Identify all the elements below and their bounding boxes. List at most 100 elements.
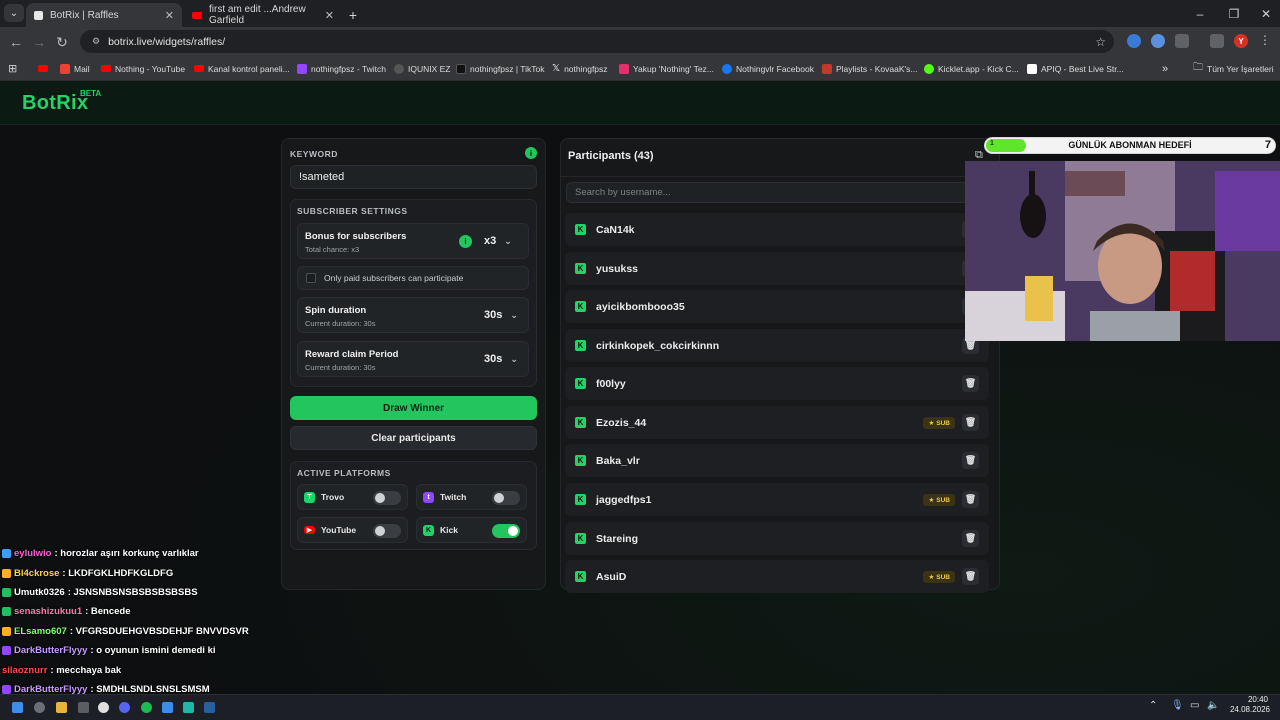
paid-only-checkbox[interactable]	[306, 273, 316, 283]
bookmark-star-icon[interactable]: ☆	[1095, 35, 1106, 49]
forward-button[interactable]: →	[29, 32, 49, 52]
facebook-icon	[722, 63, 732, 74]
chrome-icon[interactable]	[98, 702, 109, 713]
youtube-toggle[interactable]	[373, 524, 401, 538]
kick-icon: K	[575, 340, 586, 351]
delete-participant-button[interactable]: 🗑	[962, 414, 979, 431]
tab-search-button[interactable]: ⌄	[4, 4, 24, 22]
tab-youtube[interactable]: first am edit ...Andrew Garfield ✕	[184, 3, 342, 27]
more-bookmarks-icon[interactable]: »	[1162, 61, 1168, 76]
bookmark-apiq[interactable]: APIQ - Best Live Str...	[1027, 61, 1124, 76]
participant-name: cirkinkopek_cokcirkinnn	[596, 339, 720, 352]
extension-icon[interactable]	[1127, 34, 1141, 48]
spin-duration-select[interactable]: 30s ⌄	[484, 309, 518, 321]
windows-taskbar: ⌃ 🎙 ▭ 🔈 20:40 24.08.2026	[0, 694, 1280, 720]
youtube-icon: ▶	[304, 526, 315, 534]
close-window-button[interactable]: ✕	[1250, 0, 1280, 27]
bookmark-nothing-youtube[interactable]: Nothing - YouTube	[101, 61, 185, 76]
minimize-button[interactable]: –	[1184, 0, 1216, 27]
new-tab-button[interactable]: +	[344, 3, 362, 27]
search-icon[interactable]	[34, 702, 45, 713]
platform-trovo: T Trovo	[297, 484, 408, 510]
clock-time[interactable]: 20:40	[1228, 695, 1268, 704]
chat-badge-icon	[2, 627, 11, 636]
back-button[interactable]: ←	[6, 32, 26, 52]
twitch-toggle[interactable]	[492, 491, 520, 505]
kick-icon: K	[575, 417, 586, 428]
paid-only-row[interactable]: Only paid subscribers can participate	[297, 266, 529, 290]
bookmark-instagram[interactable]: Yakup 'Nothing' Tez...	[619, 61, 714, 76]
reading-list-icon[interactable]	[1210, 34, 1224, 48]
all-bookmarks-folder[interactable]: 🗀 Tüm Yer İşaretleri	[1193, 61, 1274, 76]
app-icon[interactable]	[162, 702, 173, 713]
bookmark-youtube-icon[interactable]	[38, 61, 48, 76]
tiktok-icon	[456, 63, 466, 74]
kick-icon: K	[575, 378, 586, 389]
bookmark-kicklet[interactable]: Kicklet.app - Kick C...	[924, 61, 1019, 76]
app-icon[interactable]	[78, 702, 89, 713]
delete-participant-button[interactable]: 🗑	[962, 375, 979, 392]
delete-participant-button[interactable]: 🗑	[962, 568, 979, 585]
keyword-input[interactable]: !sameted	[290, 165, 537, 189]
site-info-icon[interactable]: ⚙	[92, 36, 100, 47]
spin-duration-row: Spin duration Current duration: 30s 30s ⌄	[297, 297, 529, 333]
active-platforms-label: ACTIVE PLATFORMS	[297, 468, 391, 478]
obs-icon[interactable]	[183, 702, 194, 713]
participants-title: Participants (43)	[568, 150, 654, 162]
claim-period-select[interactable]: 30s ⌄	[484, 353, 518, 365]
chat-text: : VFGRSDUEHGVBSDEHJF BNVVDSVR	[69, 626, 249, 637]
microphone-icon[interactable]: 🎙	[1171, 700, 1184, 711]
profile-avatar[interactable]: Y	[1234, 34, 1248, 48]
bonus-multiplier-select[interactable]: x3 ⌄	[484, 235, 512, 247]
draw-winner-button[interactable]: Draw Winner	[290, 396, 537, 420]
bookmark-kanal[interactable]: Kanal kontrol paneli...	[194, 61, 290, 76]
close-icon[interactable]: ✕	[325, 9, 334, 22]
steam-icon[interactable]	[204, 702, 215, 713]
bookmark-iqunix[interactable]: IQUNIX EZ	[394, 61, 451, 76]
windows-start-icon[interactable]	[12, 702, 23, 713]
reload-button[interactable]: ↻	[52, 32, 72, 52]
bookmark-tiktok[interactable]: nothingfpsz | TikTok	[456, 61, 545, 76]
bookmark-twitch[interactable]: nothingfpsz - Twitch	[297, 61, 386, 76]
file-explorer-icon[interactable]	[56, 702, 67, 713]
claim-period-row: Reward claim Period Current duration: 30…	[297, 341, 529, 377]
participant-search-input[interactable]: Search by username...	[566, 182, 990, 203]
maximize-button[interactable]: ❐	[1218, 0, 1250, 27]
discord-icon[interactable]	[119, 702, 130, 713]
info-icon[interactable]: i	[525, 147, 537, 159]
kick-toggle[interactable]	[492, 524, 520, 538]
clear-participants-button[interactable]: Clear participants	[290, 426, 537, 450]
delete-participant-button[interactable]: 🗑	[962, 452, 979, 469]
participant-name: CaN14k	[596, 223, 635, 236]
info-icon[interactable]: i	[459, 235, 472, 248]
bookmark-kovaak[interactable]: Playlists - KovaaK's...	[822, 61, 917, 76]
menu-kebab-icon[interactable]: ⋮	[1259, 33, 1271, 47]
star-icon: ★	[928, 574, 935, 581]
botrix-logo[interactable]: BotRix	[22, 92, 88, 115]
tray-chevron-icon[interactable]: ⌃	[1149, 700, 1157, 711]
spotify-icon[interactable]	[141, 702, 152, 713]
bookmarks-bar: ⊞ Mail Nothing - YouTube Kanal kontrol p…	[0, 56, 1280, 81]
puzzle-icon[interactable]	[1175, 34, 1189, 48]
folder-icon: 🗀	[1193, 62, 1203, 73]
kick-icon: K	[575, 533, 586, 544]
clock-date[interactable]: 24.08.2026	[1226, 705, 1270, 714]
chat-username: senashizukuu1	[14, 606, 83, 617]
volume-icon[interactable]: 🔈	[1207, 700, 1219, 711]
apps-grid-icon[interactable]: ⊞	[8, 61, 17, 76]
trovo-toggle[interactable]	[373, 491, 401, 505]
browser-toolbar: ← → ↻ ⚙ botrix.live/widgets/raffles/ ☆ Y…	[0, 27, 1280, 56]
bookmark-mail[interactable]: Mail	[60, 61, 90, 76]
delete-participant-button[interactable]: 🗑	[962, 491, 979, 508]
bonus-subtitle: Total chance: x3	[305, 245, 360, 254]
close-icon[interactable]: ✕	[165, 9, 174, 22]
extension-icon[interactable]	[1151, 34, 1165, 48]
tab-botrix[interactable]: BotRix | Raffles ✕	[26, 3, 182, 27]
network-icon[interactable]: ▭	[1190, 700, 1199, 711]
delete-participant-button[interactable]: 🗑	[962, 530, 979, 547]
bookmark-x[interactable]: 𝕏nothingfpsz	[552, 61, 608, 76]
participant-row: Kyusukss🗑	[565, 252, 989, 285]
bookmark-facebook[interactable]: Nothingvlr Facebook	[722, 61, 814, 76]
claim-title: Reward claim Period	[305, 349, 399, 360]
address-bar[interactable]: ⚙ botrix.live/widgets/raffles/ ☆	[80, 30, 1114, 53]
